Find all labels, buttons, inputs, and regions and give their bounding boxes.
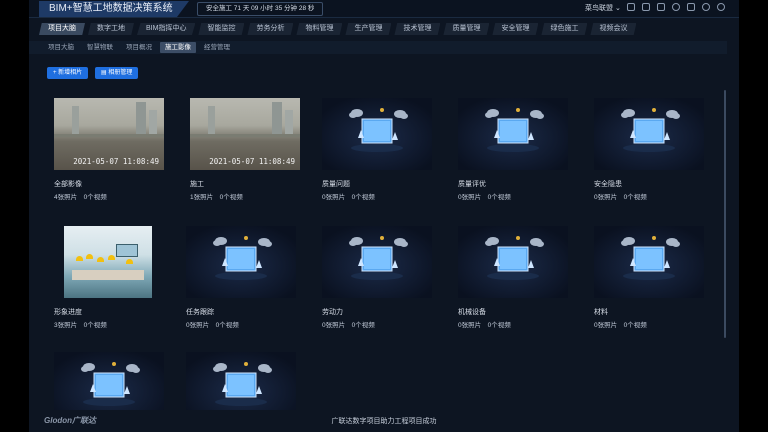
album-card[interactable]: 劳动力 0张照片 0个视频 [322, 226, 434, 330]
subtab-construction-images[interactable]: 施工影像 [160, 42, 196, 53]
tab-labor[interactable]: 劳务分析 [247, 23, 294, 35]
empty-album-icon [322, 98, 432, 170]
tab-quality[interactable]: 质量管理 [443, 23, 490, 35]
user-name: 菜鸟联盟 [585, 5, 613, 12]
user-icon[interactable] [717, 3, 725, 11]
album-count: 0张照片 0个视频 [458, 322, 511, 329]
album-name: 质量评优 [458, 181, 486, 188]
tab-bim-center[interactable]: BIM指挥中心 [137, 23, 196, 35]
album-count: 0张照片 0个视频 [594, 322, 647, 329]
album-count: 0张照片 0个视频 [322, 322, 375, 329]
photo-timestamp: 2021-05-07 11:08:49 [73, 157, 159, 166]
footer-bar: Glodon广联达 广联达数字项目助力工程项目成功 [29, 410, 739, 432]
empty-album-icon [186, 226, 296, 298]
subtab-business[interactable]: 经营管理 [199, 42, 235, 53]
album-name: 施工 [190, 181, 204, 188]
message-icon[interactable] [642, 3, 650, 11]
tab-digital-site[interactable]: 数字工地 [88, 23, 134, 35]
main-nav: 项目大脑 数字工地 BIM指挥中心 智能监控 劳务分析 物料管理 生产管理 技术… [39, 23, 637, 35]
empty-album-icon [594, 98, 704, 170]
shirt-icon[interactable] [687, 3, 695, 11]
album-name: 质量问题 [322, 181, 350, 188]
album-name: 形象进度 [54, 309, 82, 316]
footer-slogan: 广联达数字项目助力工程项目成功 [331, 418, 437, 425]
photo-timestamp: 2021-05-07 11:08:49 [209, 157, 295, 166]
album-card[interactable]: 2021-05-07 11:08:49 全部影像 4张照片 0个视频 [54, 98, 166, 202]
subtab-project-brain[interactable]: 项目大脑 [43, 42, 79, 53]
album-count: 0张照片 0个视频 [458, 194, 511, 201]
album-count: 4张照片 0个视频 [54, 194, 107, 201]
tab-green[interactable]: 绿色施工 [541, 23, 588, 35]
app-title: BIM+智慧工地数据决策系统 [39, 1, 189, 17]
album-manage-label: 相册管理 [108, 70, 133, 76]
tab-material[interactable]: 物料管理 [296, 23, 343, 35]
chevron-down-icon: ⌄ [614, 5, 621, 12]
add-photo-button[interactable]: + 新增相片 [47, 67, 89, 79]
album-count: 0张照片 0个视频 [594, 194, 647, 201]
title-bar: BIM+智慧工地数据决策系统 安全施工 71 天 09 小时 35 分钟 28 … [29, 0, 739, 18]
top-toolbar [627, 3, 725, 11]
album-count: 1张照片 0个视频 [190, 194, 243, 201]
empty-album-icon [458, 226, 568, 298]
tab-production[interactable]: 生产管理 [345, 23, 392, 35]
album-name: 全部影像 [54, 181, 82, 188]
gear-icon[interactable] [702, 3, 710, 11]
monitor-icon[interactable] [657, 3, 665, 11]
album-card[interactable]: 任务跟踪 0张照片 0个视频 [186, 226, 298, 330]
scrollbar[interactable] [724, 90, 726, 338]
tab-safety[interactable]: 安全管理 [492, 23, 539, 35]
album-count: 0张照片 0个视频 [322, 194, 375, 201]
empty-album-icon [322, 226, 432, 298]
user-menu[interactable]: 菜鸟联盟 ⌄ [585, 3, 621, 13]
album-name: 劳动力 [322, 309, 343, 316]
album-card[interactable]: 安全隐患 0张照片 0个视频 [594, 98, 706, 202]
tab-video-meeting[interactable]: 视频会议 [590, 23, 637, 35]
album-card[interactable]: 质量问题 0张照片 0个视频 [322, 98, 434, 202]
album-name: 机械设备 [458, 309, 486, 316]
album-count: 0张照片 0个视频 [186, 322, 239, 329]
tab-monitoring[interactable]: 智能监控 [198, 23, 245, 35]
album-count: 3张照片 0个视频 [54, 322, 107, 329]
subtab-overview[interactable]: 项目概况 [121, 42, 157, 53]
app-frame: BIM+智慧工地数据决策系统 安全施工 71 天 09 小时 35 分钟 28 … [29, 0, 739, 432]
screen-icon[interactable] [627, 3, 635, 11]
album-card[interactable]: 质量评优 0张照片 0个视频 [458, 98, 570, 202]
album-card[interactable]: 2021-05-07 11:08:49 施工 1张照片 0个视频 [190, 98, 302, 202]
tab-project-brain[interactable]: 项目大脑 [39, 23, 85, 35]
album-name: 材料 [594, 309, 608, 316]
album-name: 安全隐患 [594, 181, 622, 188]
album-manage-button[interactable]: ▤ 相册管理 [95, 67, 139, 79]
album-name: 任务跟踪 [186, 309, 214, 316]
help-icon[interactable] [672, 3, 680, 11]
tab-technical[interactable]: 技术管理 [394, 23, 441, 35]
empty-album-icon [594, 226, 704, 298]
album-cover: 2021-05-07 11:08:49 [190, 98, 300, 170]
safety-counter: 安全施工 71 天 09 小时 35 分钟 28 秒 [197, 2, 324, 16]
empty-album-icon [458, 98, 568, 170]
album-card[interactable]: 材料 0张照片 0个视频 [594, 226, 706, 330]
album-cover: 2021-05-07 11:08:49 [54, 98, 164, 170]
album-card[interactable]: 形象进度 3张照片 0个视频 [54, 226, 166, 330]
album-cover [64, 226, 152, 298]
subtab-iot[interactable]: 智慧物联 [82, 42, 118, 53]
album-card[interactable]: 机械设备 0张照片 0个视频 [458, 226, 570, 330]
sub-nav: 项目大脑 智慧物联 项目概况 施工影像 经营管理 [29, 41, 727, 54]
